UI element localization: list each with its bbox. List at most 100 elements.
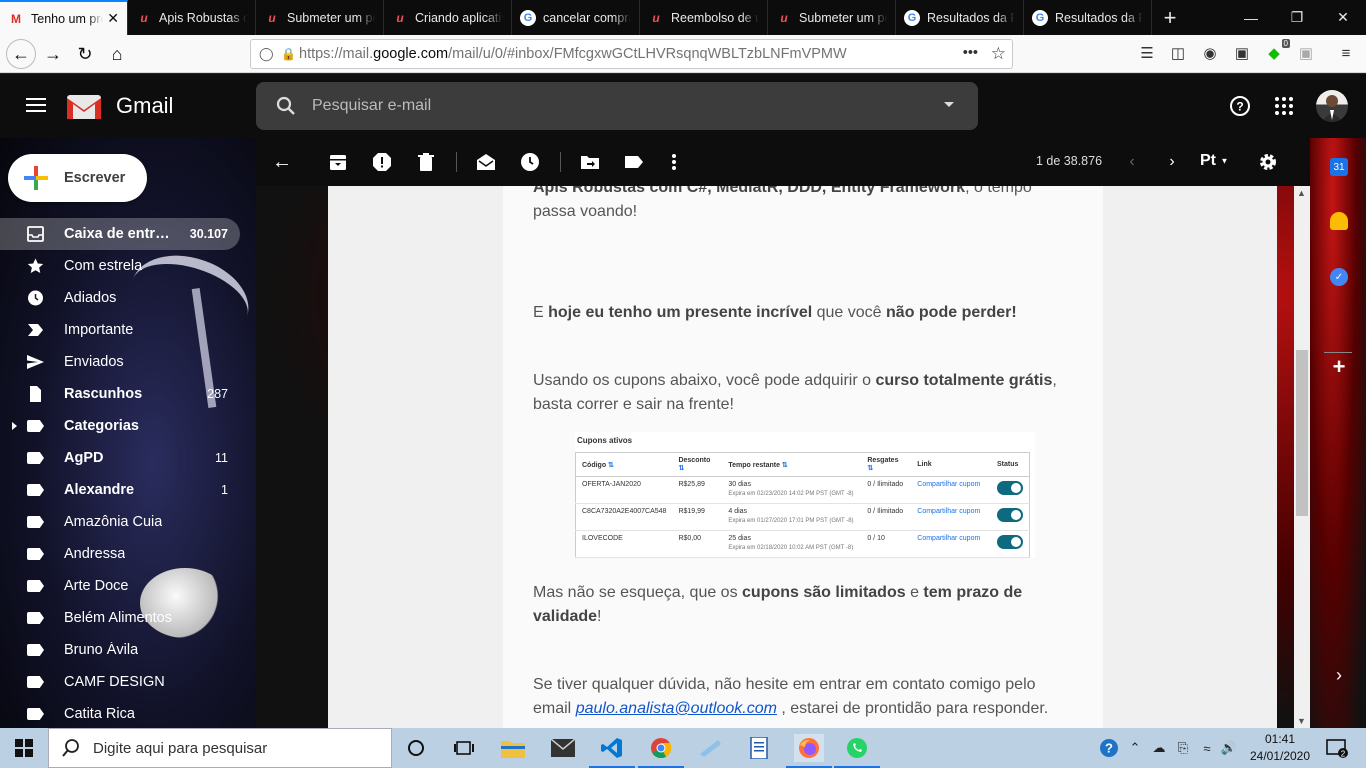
share-coupon-link[interactable]: Compartilhar cupom xyxy=(911,503,991,531)
search-options-icon[interactable] xyxy=(944,102,954,107)
sidebar-toggle-icon[interactable]: ◫ xyxy=(1168,43,1188,63)
sidebar-item-bruno-vila[interactable]: Bruno Ávila xyxy=(0,634,240,666)
calendar-icon[interactable]: 31 xyxy=(1330,158,1348,176)
sidebar-item-arte-doce[interactable]: Arte Doce xyxy=(0,570,240,602)
add-addon-icon[interactable]: + xyxy=(1330,354,1348,379)
expand-icon[interactable] xyxy=(12,422,17,430)
sort-icon[interactable]: ⇅ xyxy=(867,465,873,472)
system-clock[interactable]: 01:41 24/01/2020 xyxy=(1248,731,1312,765)
minimize-icon[interactable]: — xyxy=(1228,0,1274,35)
archive-icon[interactable] xyxy=(326,150,350,174)
back-to-inbox-icon[interactable]: ← xyxy=(270,150,294,174)
volume-icon[interactable]: 🔊 xyxy=(1220,739,1238,757)
newer-icon[interactable]: ‹ xyxy=(1120,150,1144,174)
vscode-icon[interactable] xyxy=(589,734,635,768)
notepad-app-icon[interactable] xyxy=(695,734,725,762)
mark-unread-icon[interactable] xyxy=(474,150,498,174)
browser-tab[interactable]: u Apis Robustas com xyxy=(128,0,256,35)
message-scrollbar[interactable]: ▲ ▼ xyxy=(1294,186,1310,728)
hamburger-menu-icon[interactable]: ≡ xyxy=(1336,43,1356,63)
browser-tab[interactable]: Gcancelar compra xyxy=(512,0,640,35)
scroll-down-icon[interactable]: ▼ xyxy=(1297,716,1306,726)
browser-tab[interactable]: G Resultados da Pesquisa xyxy=(1024,0,1152,35)
move-to-icon[interactable] xyxy=(578,150,602,174)
gmail-logo-icon[interactable] xyxy=(66,92,102,120)
extension-shield-icon[interactable]: ◆ 0 xyxy=(1264,39,1290,63)
sidebar-item-andressa[interactable]: Andressa xyxy=(0,538,240,570)
search-box[interactable] xyxy=(256,82,978,130)
browser-tab[interactable]: u Reembolso de um xyxy=(640,0,768,35)
sidebar-item-rascunhos[interactable]: Rascunhos 287 xyxy=(0,378,240,410)
back-icon[interactable]: ← xyxy=(6,39,36,69)
expand-panel-icon[interactable]: › xyxy=(1330,665,1348,685)
sidebar-item-com-estrela[interactable]: Com estrela xyxy=(0,250,240,282)
avatar[interactable] xyxy=(1316,90,1348,122)
sidebar-item-alexandre[interactable]: Alexandre 1 xyxy=(0,474,240,506)
url-bar[interactable]: ◯ 🔒 https://mail. google.com/mail/u/0/#in… xyxy=(250,39,1013,69)
sidebar-item-amaz-nia-cuia[interactable]: Amazônia Cuia xyxy=(0,506,240,538)
report-spam-icon[interactable] xyxy=(370,150,394,174)
more-options-icon[interactable] xyxy=(662,150,686,174)
help-icon[interactable]: ? xyxy=(1228,94,1252,118)
sidebar-item-bel-m-alimentos[interactable]: Belém Alimentos xyxy=(0,602,240,634)
sidebar-item-caixa-de-entra[interactable]: Caixa de entra... 30.107 xyxy=(0,218,240,250)
sidebar-item-enviados[interactable]: Enviados xyxy=(0,346,240,378)
word-doc-icon[interactable] xyxy=(744,734,774,762)
sidebar-item-categorias[interactable]: Categorias xyxy=(0,410,240,442)
status-toggle[interactable] xyxy=(996,535,1023,549)
mail-app-icon[interactable] xyxy=(548,734,578,762)
account-icon[interactable]: ◉ xyxy=(1200,43,1220,63)
browser-tab[interactable]: u Submeter um pedido xyxy=(768,0,896,35)
input-tools-button[interactable]: Pt ▼ xyxy=(1200,152,1228,170)
new-tab-button[interactable]: + xyxy=(1152,0,1188,35)
library-icon[interactable]: ☰ xyxy=(1137,43,1157,63)
sort-icon[interactable]: ⇅ xyxy=(780,462,788,469)
status-toggle[interactable] xyxy=(996,508,1023,522)
snooze-icon[interactable] xyxy=(518,150,542,174)
lock-icon[interactable]: 🔒 xyxy=(281,47,296,61)
sidebar-item-catita-rica[interactable]: Catita Rica xyxy=(0,698,240,728)
reload-icon[interactable]: ↻ xyxy=(70,39,100,69)
browser-tab[interactable]: M Tenho um presente ✕ xyxy=(0,0,128,35)
sidebar-item-adiados[interactable]: Adiados xyxy=(0,282,240,314)
help-tray-icon[interactable]: ? xyxy=(1098,739,1120,757)
delete-icon[interactable] xyxy=(414,150,438,174)
whatsapp-icon[interactable] xyxy=(834,734,880,768)
compose-button[interactable]: Escrever xyxy=(8,154,147,202)
search-input[interactable] xyxy=(312,92,912,120)
older-icon[interactable]: › xyxy=(1160,150,1184,174)
extension-icon[interactable]: ▣ xyxy=(1232,43,1252,63)
share-coupon-link[interactable]: Compartilhar cupom xyxy=(911,476,991,504)
sort-icon[interactable]: ⇅ xyxy=(678,465,684,472)
extension-box-icon[interactable]: ▣ xyxy=(1296,43,1316,63)
cortana-icon[interactable] xyxy=(401,734,431,762)
sidebar-item-importante[interactable]: Importante xyxy=(0,314,240,346)
main-menu-icon[interactable] xyxy=(24,94,48,118)
taskbar-search-input[interactable] xyxy=(93,739,373,757)
shield-icon[interactable]: ◯ xyxy=(259,46,274,62)
sidebar-item-camf-design[interactable]: CAMF DESIGN xyxy=(0,666,240,698)
notifications-icon[interactable]: 2 xyxy=(1324,739,1350,758)
search-icon[interactable] xyxy=(274,94,298,118)
restore-icon[interactable]: ❐ xyxy=(1274,0,1320,35)
close-tab-icon[interactable]: ✕ xyxy=(107,10,119,27)
bookmark-star-icon[interactable]: ☆ xyxy=(991,44,1006,64)
browser-tab[interactable]: u Criando aplicativos xyxy=(384,0,512,35)
share-coupon-link[interactable]: Compartilhar cupom xyxy=(911,530,991,558)
sidebar-item-agpd[interactable]: AgPD 11 xyxy=(0,442,240,474)
email-link[interactable]: paulo.analista@outlook.com xyxy=(576,700,777,717)
chrome-icon[interactable] xyxy=(638,734,684,768)
firefox-icon[interactable] xyxy=(786,734,832,768)
browser-tab[interactable]: u Submeter um pedido xyxy=(256,0,384,35)
browser-tab[interactable]: G Resultados da Pesquisa xyxy=(896,0,1024,35)
file-explorer-icon[interactable] xyxy=(498,734,528,762)
close-window-icon[interactable]: ✕ xyxy=(1320,0,1366,35)
home-icon[interactable]: ⌂ xyxy=(102,39,132,69)
status-toggle[interactable] xyxy=(996,481,1023,495)
page-actions-icon[interactable]: ••• xyxy=(963,45,978,61)
taskbar-search[interactable] xyxy=(48,728,392,768)
onedrive-icon[interactable]: ☁ xyxy=(1150,739,1168,757)
wifi-icon[interactable]: ≈ xyxy=(1198,739,1216,757)
network-status-icon[interactable]: ⎘ xyxy=(1174,739,1192,757)
keep-icon[interactable] xyxy=(1330,212,1348,230)
